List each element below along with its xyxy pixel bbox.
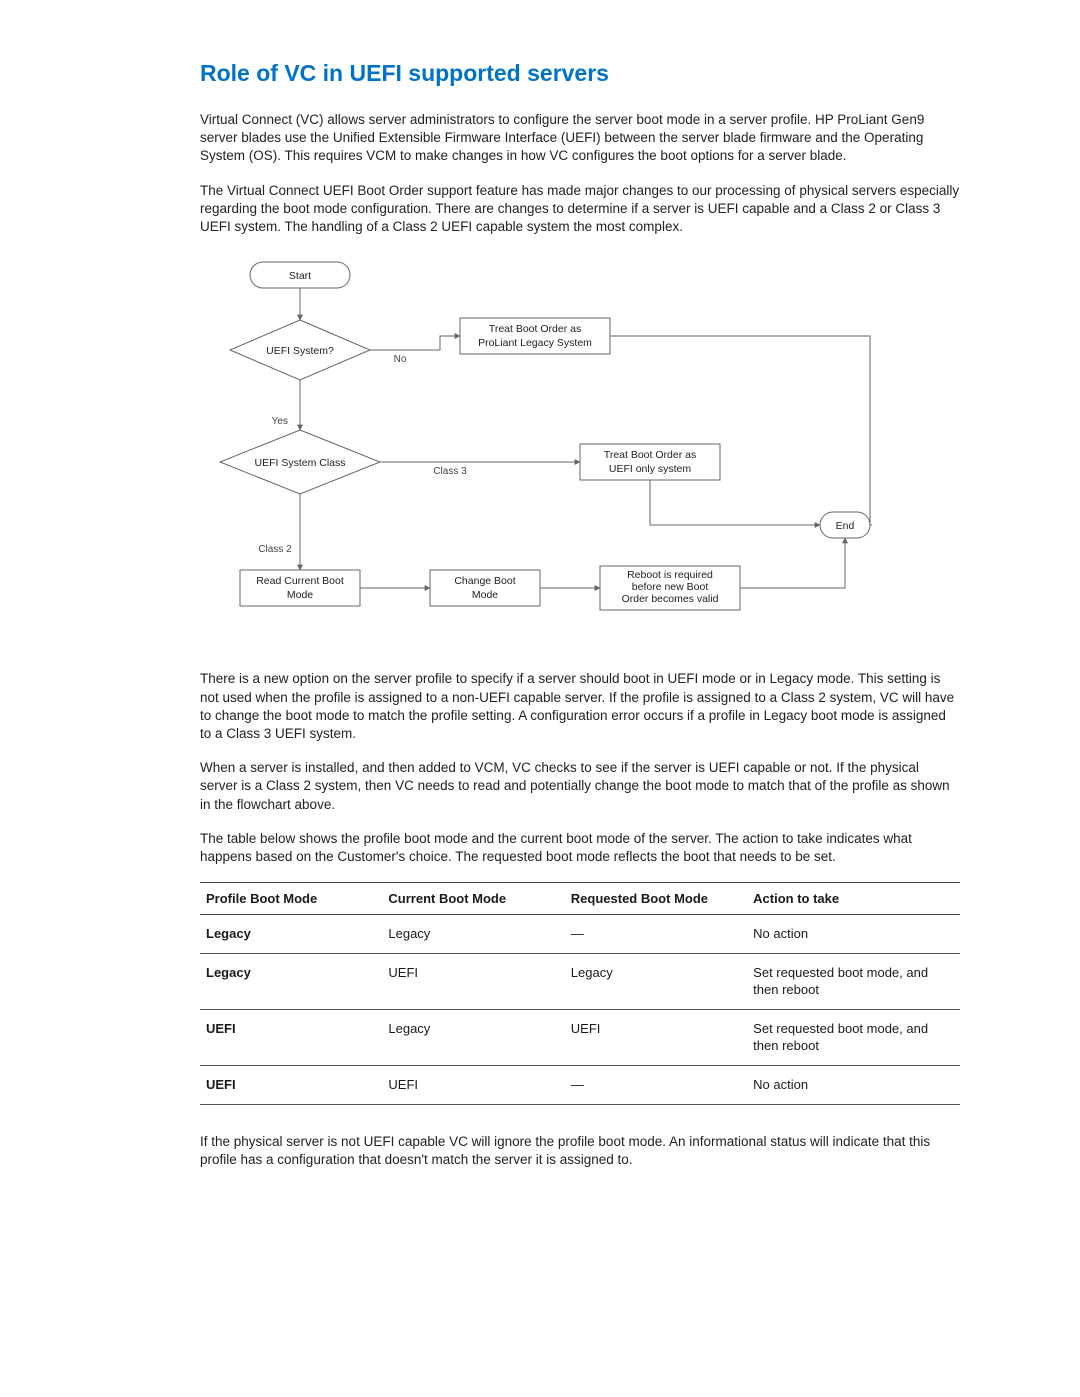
paragraph-4: When a server is installed, and then add… [200,759,960,814]
cell-action: No action [747,1066,960,1105]
cell-profile: Legacy [200,915,382,954]
flow-uefi-system-label: UEFI System? [266,345,334,357]
flow-legacy-l1: Treat Boot Order as [489,323,581,335]
flow-change-l1: Change Boot [454,575,515,587]
cell-current: UEFI [382,953,564,1009]
table-row: Legacy Legacy — No action [200,915,960,954]
flow-edge-no: No [394,354,407,365]
flow-uefi-only-l2: UEFI only system [609,463,692,475]
cell-action: Set requested boot mode, and then reboot [747,953,960,1009]
cell-action: Set requested boot mode, and then reboot [747,1009,960,1065]
flow-read-l2: Mode [287,589,313,601]
cell-profile: UEFI [200,1066,382,1105]
cell-profile: Legacy [200,953,382,1009]
cell-requested: — [565,915,747,954]
table-row: UEFI Legacy UEFI Set requested boot mode… [200,1009,960,1065]
table-header-row: Profile Boot Mode Current Boot Mode Requ… [200,883,960,915]
flow-start-label: Start [289,270,311,282]
cell-requested: Legacy [565,953,747,1009]
th-current-boot-mode: Current Boot Mode [382,883,564,915]
paragraph-3: There is a new option on the server prof… [200,670,960,743]
th-requested-boot-mode: Requested Boot Mode [565,883,747,915]
table-row: Legacy UEFI Legacy Set requested boot mo… [200,953,960,1009]
flow-end-label: End [836,520,855,532]
flow-edge-class2: Class 2 [258,544,292,555]
flow-reboot-l2: before new Boot [632,581,709,593]
cell-profile: UEFI [200,1009,382,1065]
flow-legacy-l2: ProLiant Legacy System [478,337,592,349]
paragraph-6: If the physical server is not UEFI capab… [200,1133,960,1169]
flow-reboot-l1: Reboot is required [627,569,713,581]
uefi-flowchart: Start UEFI System? No Treat Boot Order a… [200,252,880,652]
page-title: Role of VC in UEFI supported servers [200,60,960,87]
boot-mode-table: Profile Boot Mode Current Boot Mode Requ… [200,882,960,1104]
flow-read-l1: Read Current Boot [256,575,344,587]
intro-paragraph-2: The Virtual Connect UEFI Boot Order supp… [200,182,960,237]
cell-current: Legacy [382,915,564,954]
cell-current: Legacy [382,1009,564,1065]
cell-requested: UEFI [565,1009,747,1065]
flow-uefi-class-label: UEFI System Class [254,457,345,469]
intro-paragraph-1: Virtual Connect (VC) allows server admin… [200,111,960,166]
flow-edge-class3: Class 3 [433,466,467,477]
paragraph-5: The table below shows the profile boot m… [200,830,960,866]
document-page: Role of VC in UEFI supported servers Vir… [0,0,1080,1305]
th-profile-boot-mode: Profile Boot Mode [200,883,382,915]
flow-edge-yes: Yes [272,416,288,427]
th-action: Action to take [747,883,960,915]
flow-change-l2: Mode [472,589,498,601]
flow-reboot-l3: Order becomes valid [622,593,719,605]
cell-action: No action [747,915,960,954]
cell-current: UEFI [382,1066,564,1105]
table-row: UEFI UEFI — No action [200,1066,960,1105]
cell-requested: — [565,1066,747,1105]
flow-uefi-only-l1: Treat Boot Order as [604,449,696,461]
